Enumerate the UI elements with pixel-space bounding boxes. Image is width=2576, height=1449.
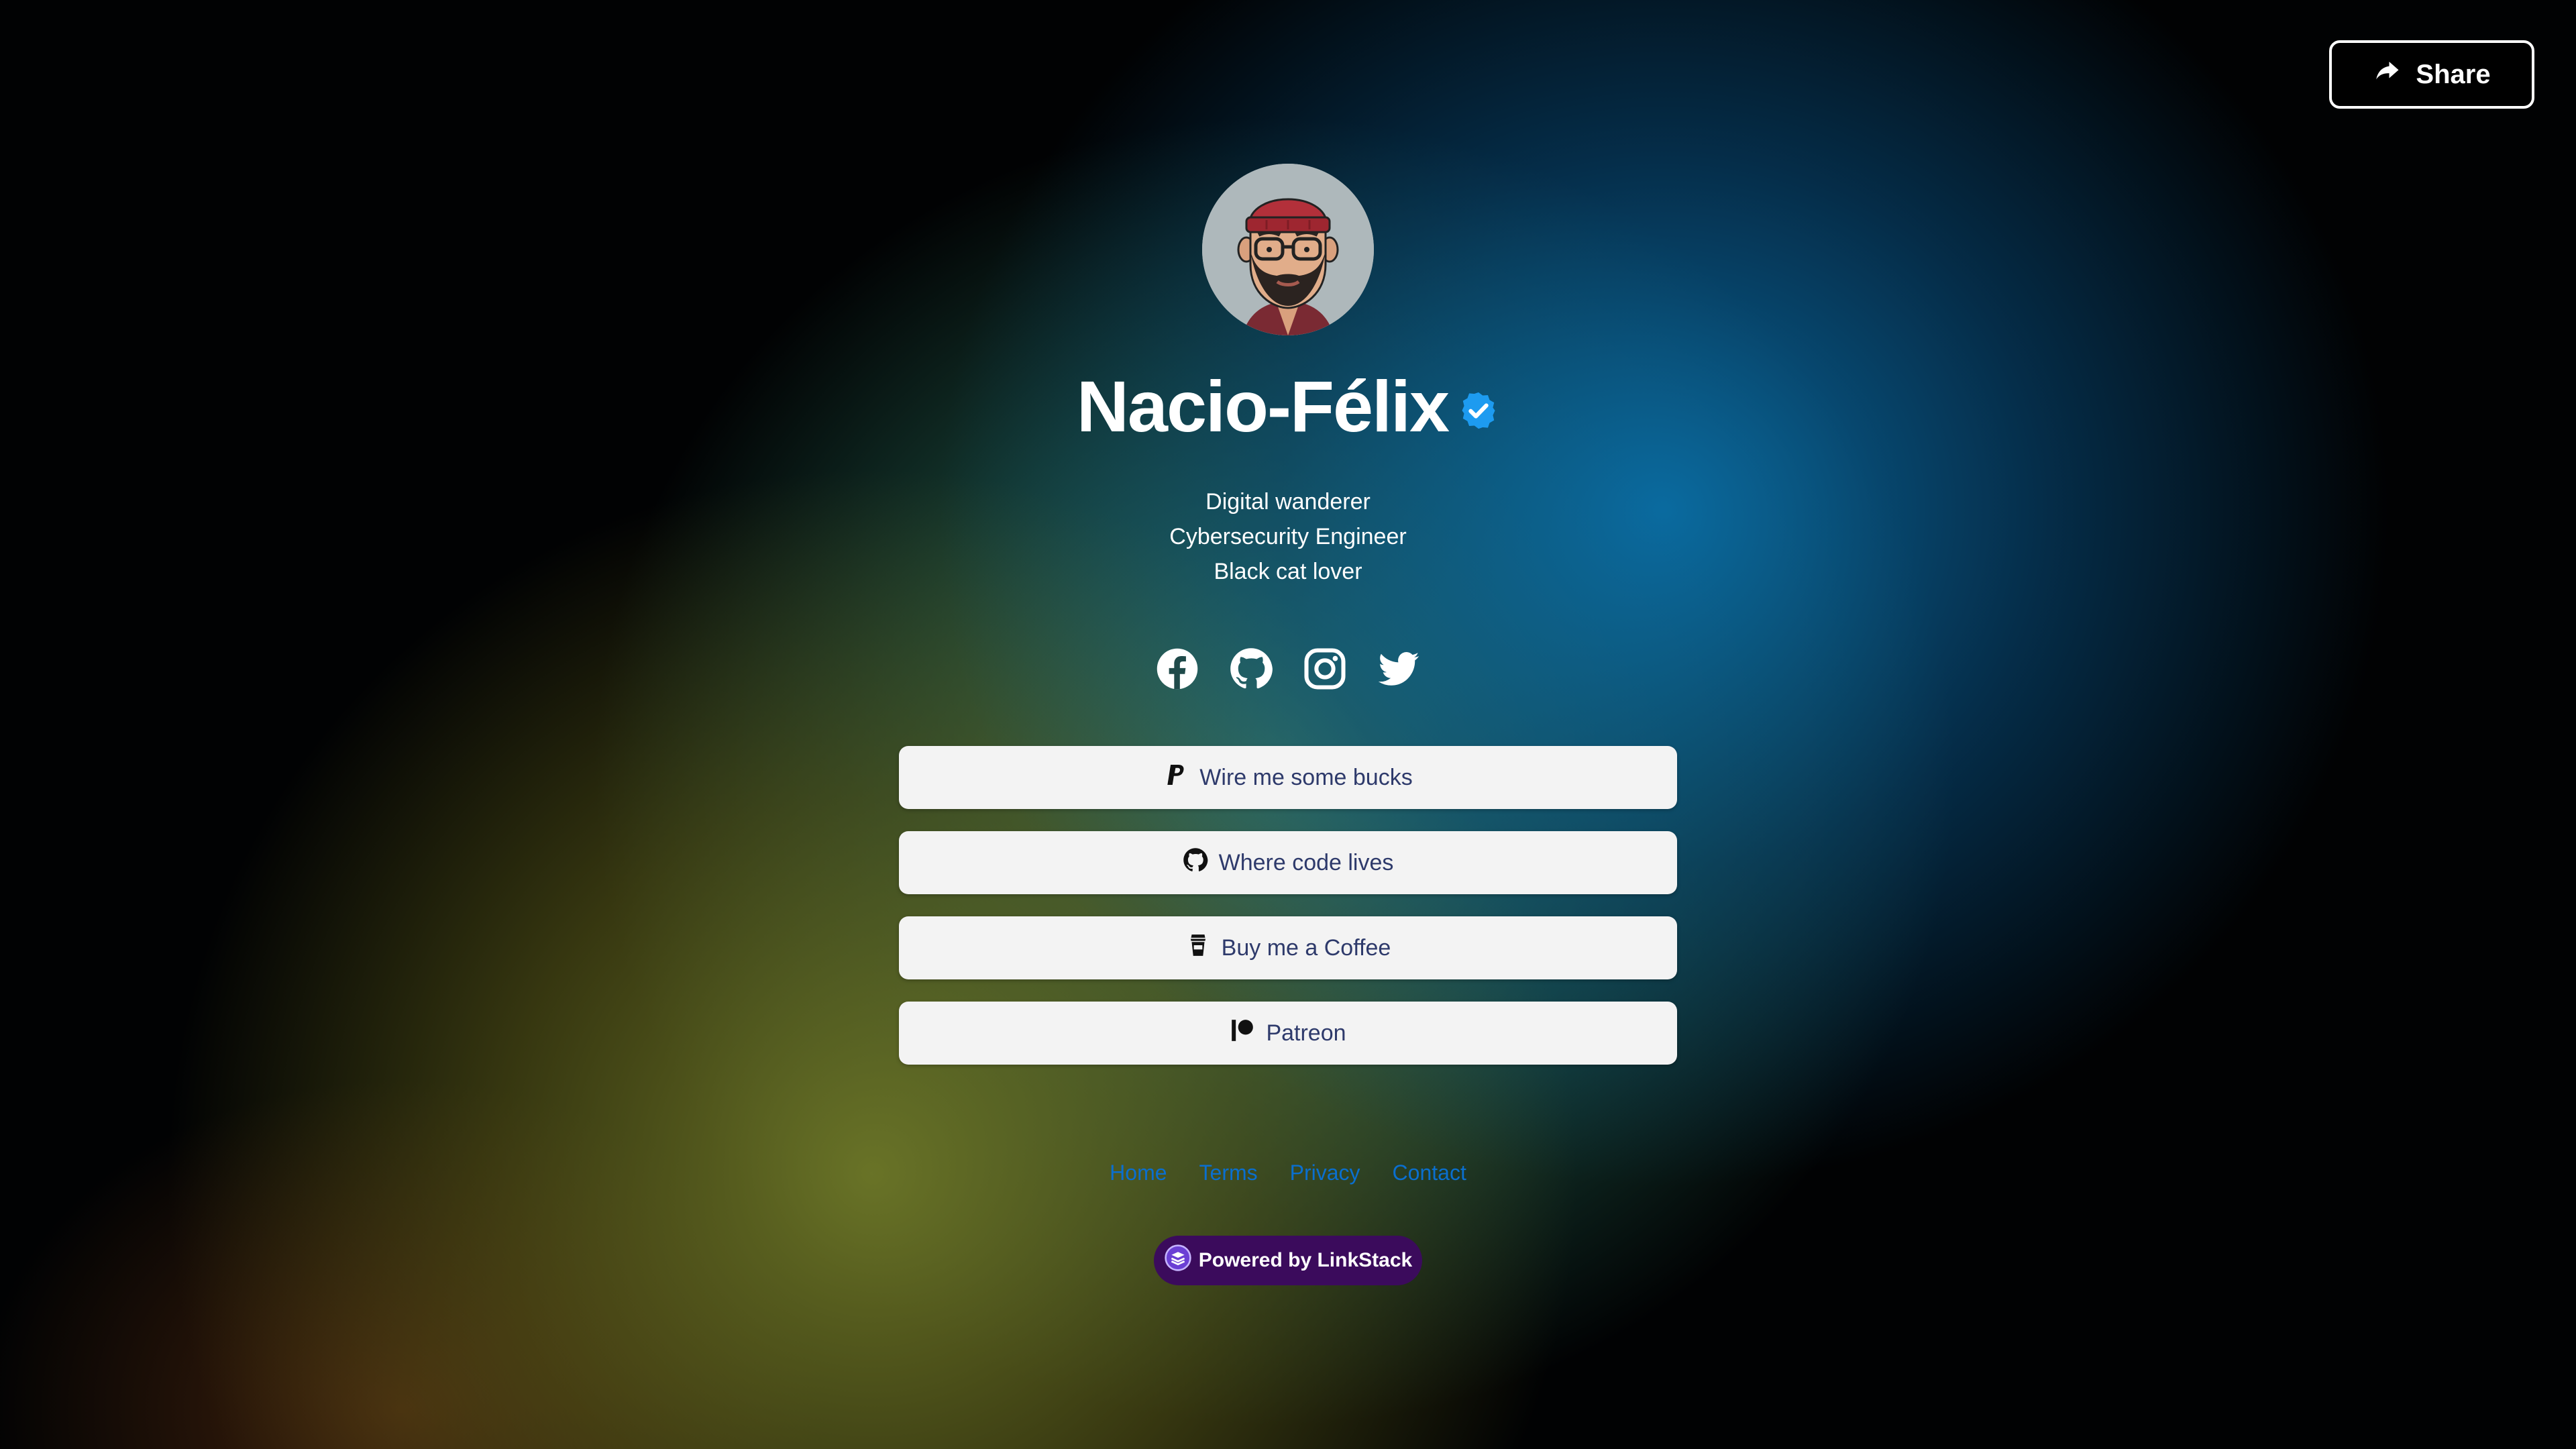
verified-badge-icon [1458, 378, 1499, 435]
footer-link-home[interactable]: Home [1110, 1161, 1167, 1185]
share-label: Share [2416, 59, 2491, 89]
link-button-patreon[interactable]: Patreon [899, 1002, 1677, 1065]
instagram-icon[interactable] [1303, 647, 1347, 691]
social-icons [0, 647, 2576, 695]
paypal-icon [1163, 762, 1189, 794]
powered-by-badge[interactable]: Powered by LinkStack [1154, 1236, 1422, 1285]
link-label: Where code lives [1218, 849, 1394, 875]
link-button-coffee[interactable]: Buy me a Coffee [899, 916, 1677, 979]
bio-line: Digital wanderer [1205, 489, 1371, 515]
twitter-icon[interactable] [1377, 647, 1421, 691]
linkstack-logo-icon [1164, 1244, 1192, 1277]
link-button-paypal[interactable]: Wire me some bucks [899, 746, 1677, 809]
profile-name-row: Nacio-Félix [0, 362, 2576, 449]
share-button[interactable]: Share [2329, 40, 2534, 109]
powered-by-label: Powered by LinkStack [1198, 1249, 1413, 1271]
patreon-icon [1230, 1018, 1255, 1049]
footer-link-privacy[interactable]: Privacy [1290, 1161, 1360, 1185]
profile-name: Nacio-Félix [1076, 365, 1450, 447]
footer-link-terms[interactable]: Terms [1199, 1161, 1258, 1185]
facebook-icon[interactable] [1155, 647, 1199, 691]
link-label: Buy me a Coffee [1221, 934, 1391, 961]
coffee-cup-icon [1185, 932, 1211, 964]
share-icon [2373, 57, 2401, 92]
footer-links: Home Terms Privacy Contact [0, 1161, 2576, 1185]
github-icon[interactable] [1229, 647, 1273, 691]
link-label: Wire me some bucks [1199, 764, 1413, 790]
link-label: Patreon [1266, 1020, 1346, 1046]
link-list: Wire me some bucks Where code lives Buy … [899, 746, 1677, 1087]
profile-bio: Digital wanderer Cybersecurity Engineer … [0, 484, 2576, 589]
github-icon [1183, 847, 1208, 879]
avatar [1202, 164, 1374, 335]
footer-link-contact[interactable]: Contact [1393, 1161, 1466, 1185]
bio-line: Black cat lover [1214, 559, 1362, 584]
link-button-github[interactable]: Where code lives [899, 831, 1677, 894]
bio-line: Cybersecurity Engineer [1169, 524, 1407, 549]
